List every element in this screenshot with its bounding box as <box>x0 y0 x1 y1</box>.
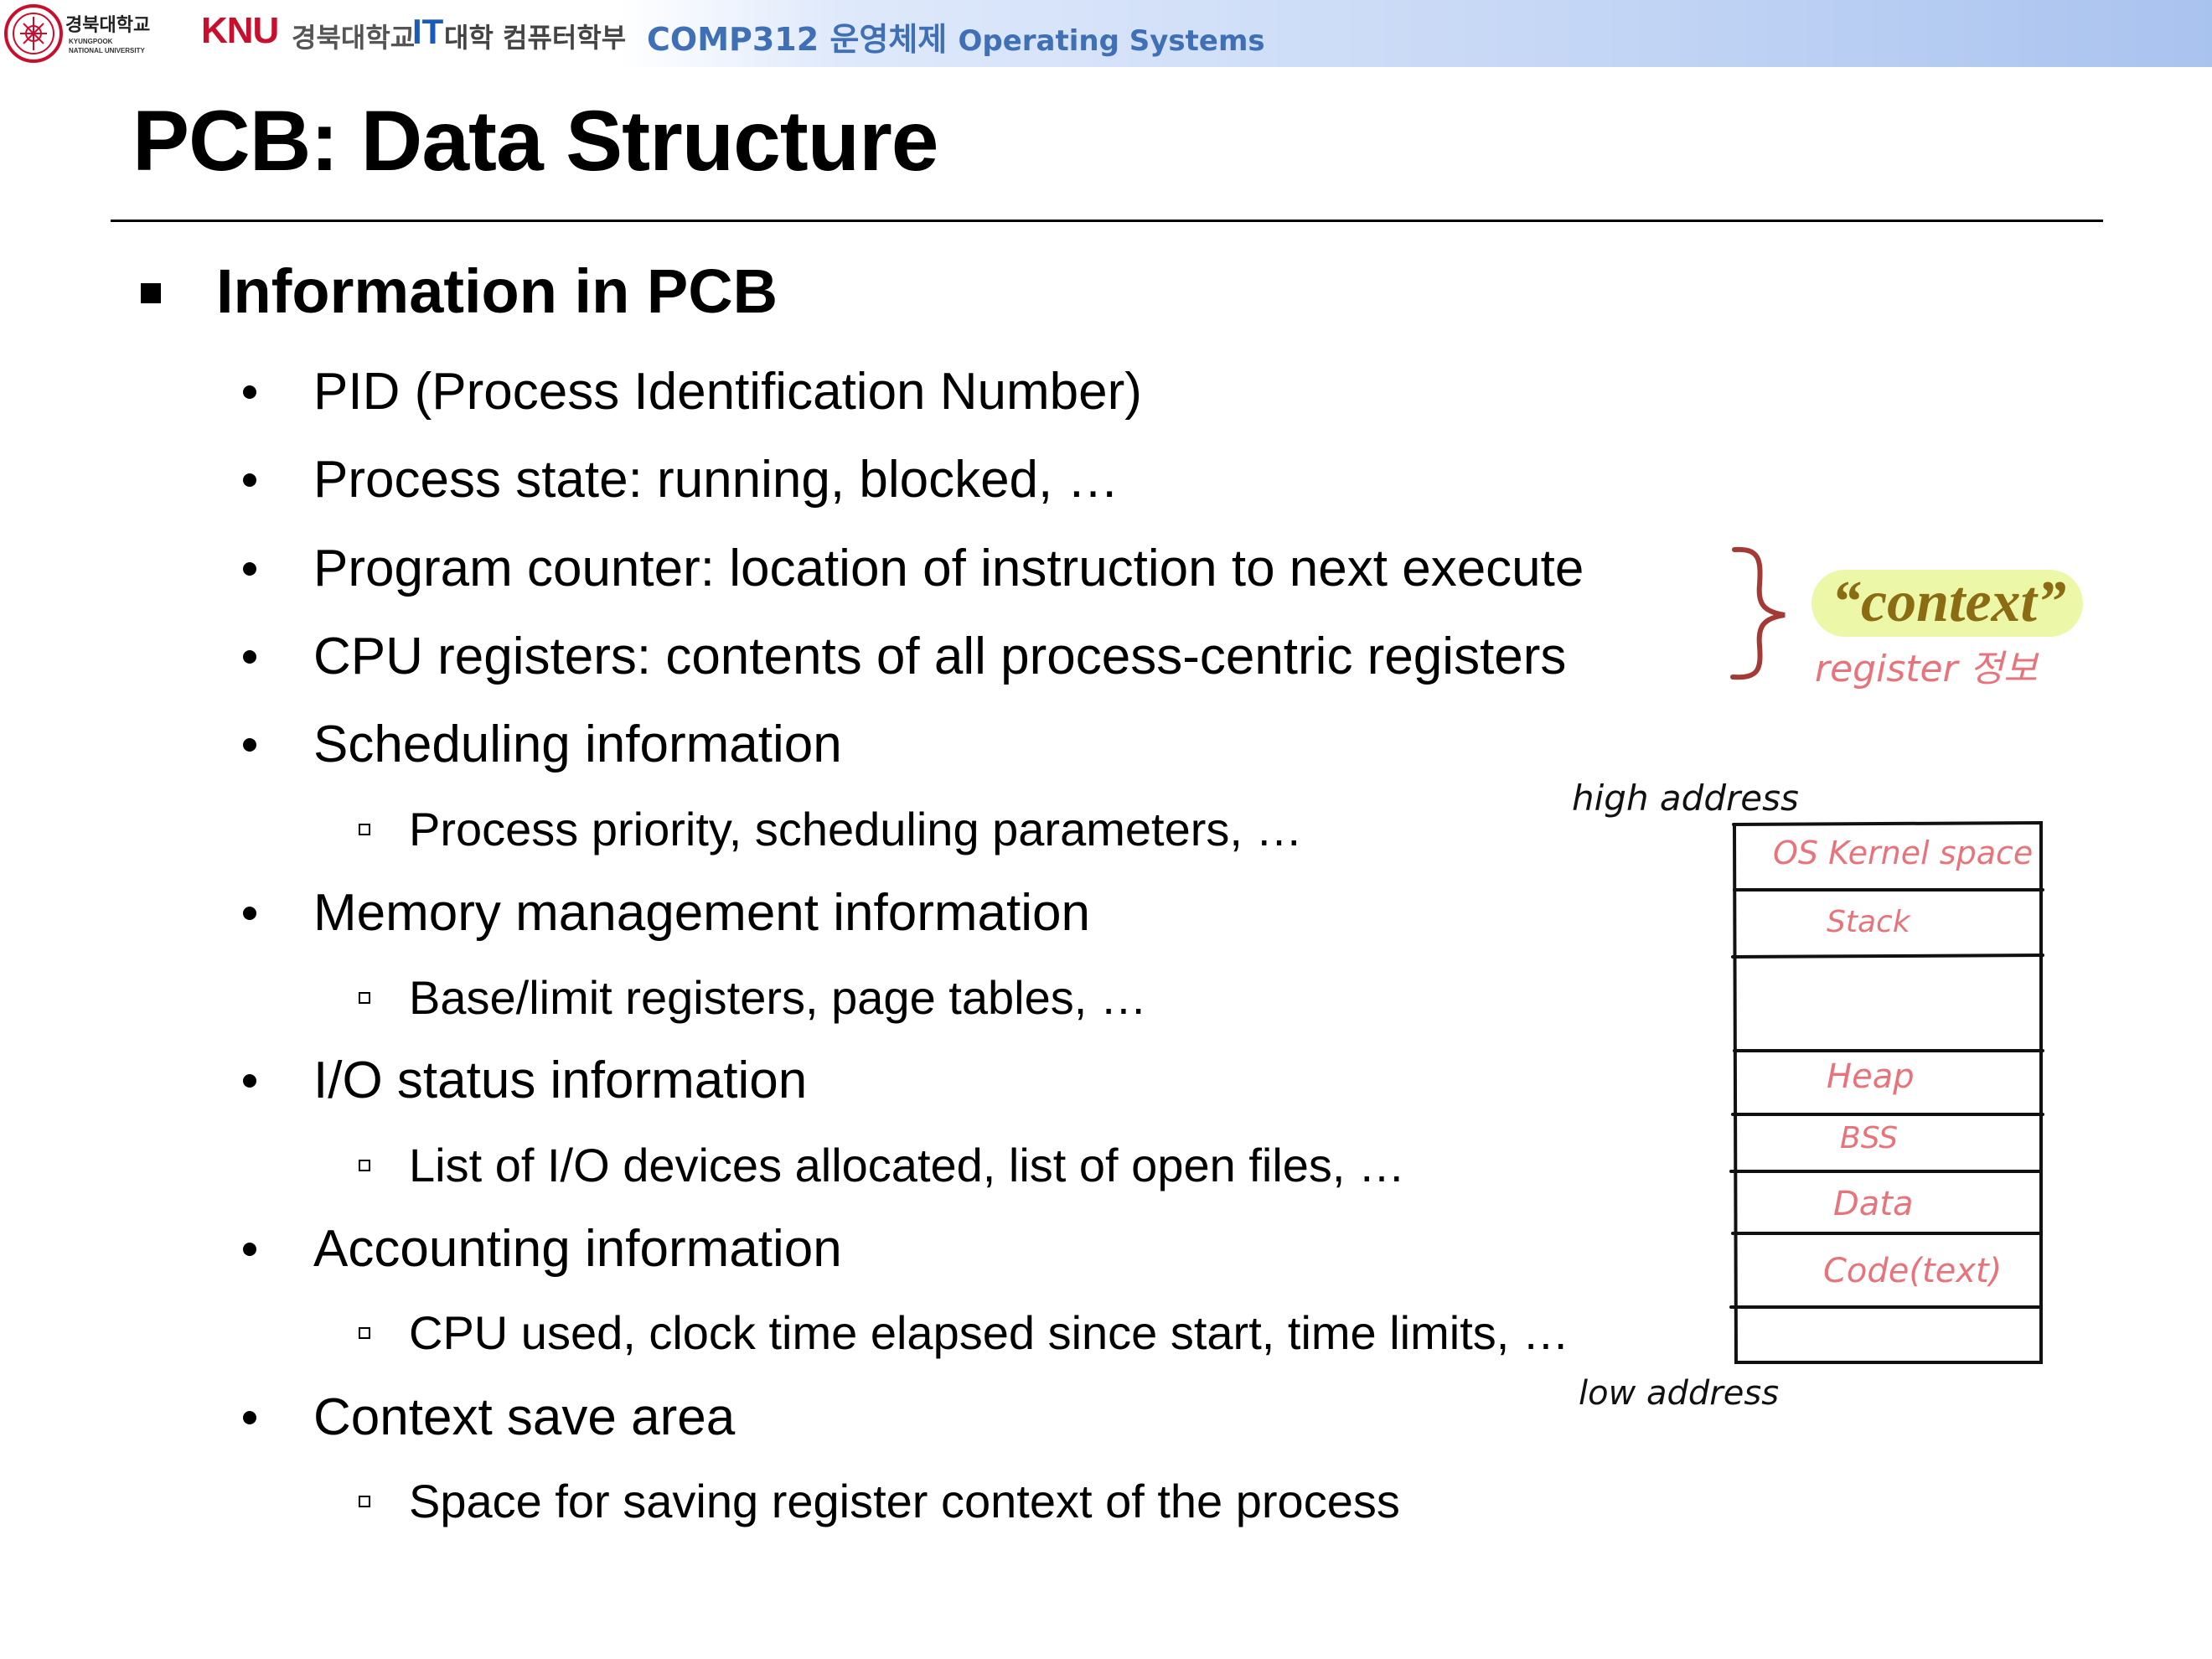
sub-list-item-text: List of I/O devices allocated, list of o… <box>409 1139 1406 1191</box>
memory-segment-label: Heap <box>1827 1057 1915 1096</box>
memory-segment-label: Stack <box>1827 905 1910 939</box>
square-bullet-icon <box>141 283 161 303</box>
slide-title: PCB: Data Structure <box>132 93 939 189</box>
hollow-square-bullet-icon <box>359 1496 370 1507</box>
bullet-icon <box>243 1243 256 1256</box>
course-name: Operating Systems <box>958 24 1265 58</box>
it-college-name: 대학 컴퓨터학부 <box>444 22 627 54</box>
sub-list-item-text: CPU used, clock time elapsed since start… <box>409 1306 1569 1359</box>
list-item-text: Program counter: location of instruction… <box>313 540 1584 597</box>
university-name-korean: 경북대학교 <box>65 15 151 36</box>
list-item-text: Process state: running, blocked, … <box>313 451 1119 509</box>
university-name-english-line2: NATIONAL UNIVERSITY <box>69 47 145 54</box>
high-address-label: high address <box>1572 778 1799 819</box>
knu-logo: KNU <box>201 10 279 51</box>
sub-list-item-text: Space for saving register context of the… <box>409 1475 1400 1527</box>
bullet-icon <box>243 562 256 576</box>
it-college-logo: IT <box>412 12 444 51</box>
sub-list-item-text: Base/limit registers, page tables, … <box>409 971 1147 1024</box>
hollow-square-bullet-icon <box>359 824 370 835</box>
list-item-text: Accounting information <box>313 1220 842 1278</box>
section-heading: Information in PCB <box>216 256 778 326</box>
bullet-icon <box>243 907 256 920</box>
bullet-icon <box>243 1411 256 1424</box>
hollow-square-bullet-icon <box>359 1160 370 1171</box>
register-note: register 정보 <box>1815 648 2038 690</box>
low-address-label: low address <box>1579 1374 1780 1413</box>
hollow-square-bullet-icon <box>359 1327 370 1339</box>
list-item-text: Scheduling information <box>313 716 842 773</box>
memory-segment-label: Data <box>1833 1185 1914 1223</box>
list-item-text: Memory management information <box>313 884 1090 942</box>
logo-area: 경북대학교 KYUNGPOOK NATIONAL UNIVERSITY KNU … <box>0 0 628 67</box>
title-divider <box>111 220 2103 222</box>
sub-list-item-text: Process priority, scheduling parameters,… <box>409 803 1303 855</box>
list-item-text: PID (Process Identification Number) <box>313 363 1142 421</box>
knu-korean-name: 경북대학교 <box>292 22 416 54</box>
bullet-icon <box>243 650 256 664</box>
context-label: “context” <box>1832 570 2066 634</box>
curly-brace-icon <box>1730 546 1786 680</box>
university-name-english: KYUNGPOOK NATIONAL UNIVERSITY <box>69 37 169 55</box>
course-title: COMP312 운영체제 Operating Systems <box>647 13 1265 59</box>
university-seal-icon <box>4 4 63 63</box>
memory-segment-label: BSS <box>1840 1121 1899 1155</box>
course-code: COMP312 운영체제 <box>647 21 948 58</box>
list-item-text: CPU registers: contents of all process-c… <box>313 628 1567 685</box>
list-item-text: I/O status information <box>313 1052 808 1109</box>
bullet-icon <box>243 1074 256 1088</box>
bullet-icon <box>243 385 256 399</box>
university-name-english-line1: KYUNGPOOK <box>69 38 113 45</box>
hollow-square-bullet-icon <box>359 992 370 1004</box>
bullet-icon <box>243 473 256 487</box>
memory-segment-label: Code(text) <box>1823 1252 2003 1290</box>
list-item-text: Context save area <box>313 1388 736 1446</box>
bullet-icon <box>243 738 256 752</box>
memory-segment-label: OS Kernel space <box>1773 835 2034 871</box>
